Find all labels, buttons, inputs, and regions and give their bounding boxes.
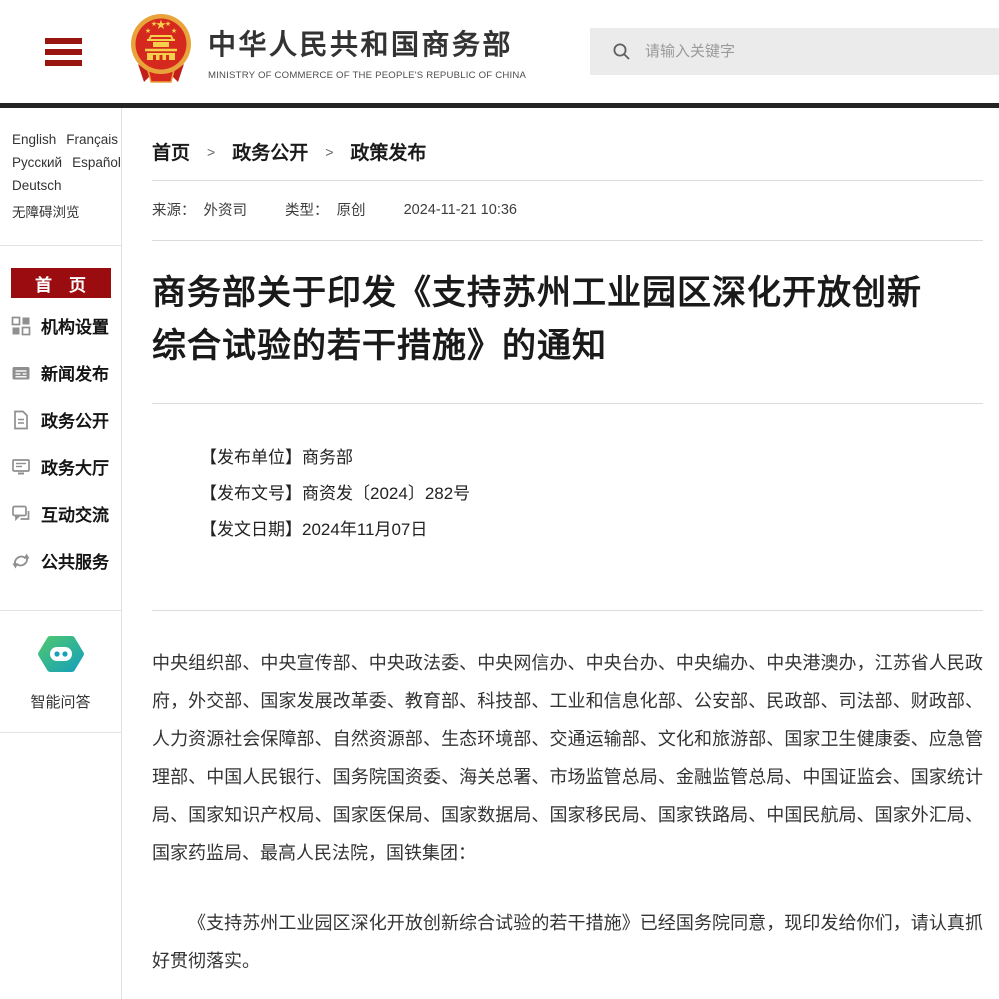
article-title: 商务部关于印发《支持苏州工业园区深化开放创新综合试验的若干措施》的通知: [152, 267, 942, 373]
main-content: 首页 > 政务公开 > 政策发布 来源： 外资司 类型： 原创 2024-11-…: [122, 108, 999, 999]
sidebar-item-label: 公共服务: [41, 548, 109, 573]
breadcrumb-policy-release[interactable]: 政策发布: [350, 138, 426, 165]
article-body: 中央组织部、中央宣传部、中央政法委、中央网信办、中央台办、中央编办、中央港澳办，…: [152, 644, 983, 980]
breadcrumb-separator: >: [207, 144, 215, 160]
org-grid-icon: [11, 316, 31, 336]
smart-qa-label: 智能问答: [0, 691, 121, 712]
breadcrumb-separator: >: [325, 144, 333, 160]
breadcrumb: 首页 > 政务公开 > 政策发布: [152, 138, 983, 165]
sidebar-item-label: 互动交流: [41, 501, 109, 526]
sidebar: English Français Русский Español Deutsch…: [0, 108, 122, 999]
type-label: 类型：: [285, 203, 329, 219]
site-title: 中华人民共和国商务部: [208, 23, 526, 63]
sidebar-item-interaction[interactable]: 互动交流: [0, 490, 121, 537]
sidebar-item-label: 首 页: [35, 271, 86, 296]
sidebar-item-home[interactable]: 首 页: [11, 268, 111, 298]
notice-paragraph: 《支持苏州工业园区深化开放创新综合试验的若干措施》已经国务院同意，现印发给你们，…: [152, 904, 983, 980]
sidebar-item-label: 政务公开: [41, 407, 109, 432]
type-value: 原创: [337, 203, 366, 219]
lang-english[interactable]: English: [12, 132, 56, 147]
chat-icon: [11, 504, 31, 524]
document-details: 【发布单位】商务部 【发布文号】商资发〔2024〕282号 【发文日期】2024…: [200, 440, 983, 548]
search-box: [590, 28, 999, 75]
svg-text:★: ★: [165, 20, 171, 28]
document-icon: [11, 410, 31, 430]
svg-text:★: ★: [151, 20, 157, 28]
service-hall-icon: [11, 457, 31, 477]
sidebar-item-public-services[interactable]: 公共服务: [0, 537, 121, 584]
public-service-icon: [11, 551, 31, 571]
sidebar-item-label: 政务大厅: [41, 454, 109, 479]
lang-espanol[interactable]: Español: [72, 155, 121, 170]
sidebar-item-news[interactable]: 新闻发布: [0, 349, 121, 396]
menu-icon[interactable]: [45, 33, 82, 71]
sidebar-item-label: 新闻发布: [41, 360, 109, 385]
sidebar-item-label: 机构设置: [41, 313, 109, 338]
site-header: ★ ★ ★ ★ ★ 中华人民共和国商务部 MINISTRY OF COMMERC…: [0, 0, 999, 103]
sidebar-nav: 首 页 机构设置 新闻发布: [0, 246, 121, 598]
sidebar-item-service-hall[interactable]: 政务大厅: [0, 443, 121, 490]
breadcrumb-gov-disclosure[interactable]: 政务公开: [232, 138, 308, 165]
divider: [152, 240, 983, 241]
search-input[interactable]: [645, 43, 999, 60]
sidebar-item-org-setup[interactable]: 机构设置: [0, 302, 121, 349]
issue-date: 【发文日期】2024年11月07日: [200, 512, 983, 548]
sidebar-item-gov-disclosure[interactable]: 政务公开: [0, 396, 121, 443]
language-switcher: English Français Русский Español Deutsch…: [0, 108, 121, 246]
site-title-block: 中华人民共和国商务部 MINISTRY OF COMMERCE OF THE P…: [208, 23, 526, 81]
source-value: 外资司: [204, 203, 248, 219]
accessibility-link[interactable]: 无障碍浏览: [12, 201, 80, 221]
divider: [152, 403, 983, 404]
svg-text:★: ★: [145, 27, 151, 35]
lang-francais[interactable]: Français: [66, 132, 118, 147]
recipients-paragraph: 中央组织部、中央宣传部、中央政法委、中央网信办、中央台办、中央编办、中央港澳办，…: [152, 644, 983, 872]
site-title-english: MINISTRY OF COMMERCE OF THE PEOPLE'S REP…: [208, 70, 526, 81]
document-number: 【发布文号】商资发〔2024〕282号: [200, 476, 983, 512]
search-icon[interactable]: [612, 42, 631, 61]
svg-text:★: ★: [171, 27, 177, 35]
publish-datetime: 2024-11-21 10:36: [404, 202, 517, 218]
lang-russian[interactable]: Русский: [12, 155, 62, 170]
divider: [152, 610, 983, 611]
divider: [152, 180, 983, 181]
robot-qa-icon: [37, 635, 85, 673]
breadcrumb-home[interactable]: 首页: [152, 138, 190, 165]
lang-deutsch[interactable]: Deutsch: [12, 178, 62, 193]
article-meta: 来源： 外资司 类型： 原创 2024-11-21 10:36: [152, 199, 983, 220]
smart-qa-widget[interactable]: 智能问答: [0, 610, 121, 733]
news-icon: [11, 363, 31, 383]
national-emblem-logo[interactable]: ★ ★ ★ ★ ★: [128, 12, 194, 92]
source-label: 来源：: [152, 203, 196, 219]
publish-unit: 【发布单位】商务部: [200, 440, 983, 476]
